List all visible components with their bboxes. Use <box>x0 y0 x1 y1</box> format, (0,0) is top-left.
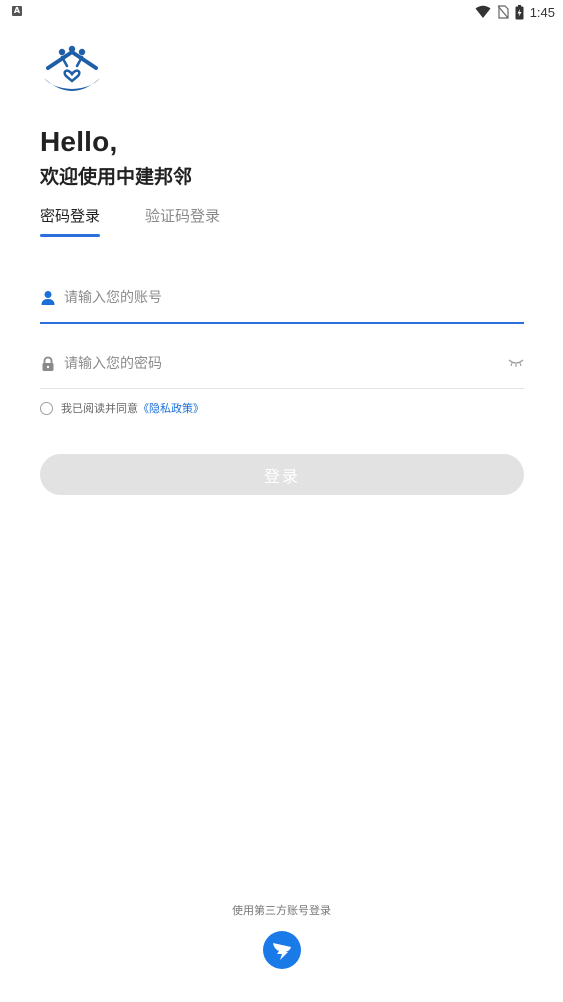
password-input[interactable] <box>64 346 494 382</box>
account-underline <box>40 322 524 324</box>
wifi-icon <box>475 5 491 18</box>
user-icon <box>41 291 55 305</box>
welcome-subtitle: 欢迎使用中建邦邻 <box>40 166 193 188</box>
active-tab-indicator <box>40 234 100 237</box>
account-field <box>40 280 524 324</box>
account-input[interactable] <box>64 280 494 316</box>
privacy-policy-link[interactable]: 《隐私政策》 <box>138 400 204 416</box>
agree-text: 我已阅读并同意 <box>61 402 138 415</box>
privacy-agreement: 我已阅读并同意 《隐私政策》 <box>40 400 204 416</box>
status-time: 1:45 <box>529 4 555 20</box>
agree-radio[interactable] <box>40 401 53 415</box>
eye-closed-icon[interactable] <box>508 358 524 368</box>
password-underline <box>40 388 524 389</box>
tab-password-login[interactable]: 密码登录 <box>40 205 100 226</box>
status-icons: 1:45 <box>475 3 555 21</box>
password-field <box>40 346 524 389</box>
tab-code-login[interactable]: 验证码登录 <box>145 205 220 226</box>
no-sim-icon <box>497 5 509 19</box>
third-party-login-label: 使用第三方账号登录 <box>232 904 331 917</box>
app-logo <box>44 45 100 91</box>
lock-icon <box>42 356 54 371</box>
greeting-title: Hello, <box>40 126 118 157</box>
notification-icon: A <box>12 6 22 16</box>
battery-icon <box>515 4 524 19</box>
login-button[interactable]: 登录 <box>40 454 524 495</box>
status-bar: A 1:45 <box>0 0 563 24</box>
dingtalk-icon <box>273 943 291 960</box>
dingtalk-login-button[interactable] <box>263 931 301 969</box>
